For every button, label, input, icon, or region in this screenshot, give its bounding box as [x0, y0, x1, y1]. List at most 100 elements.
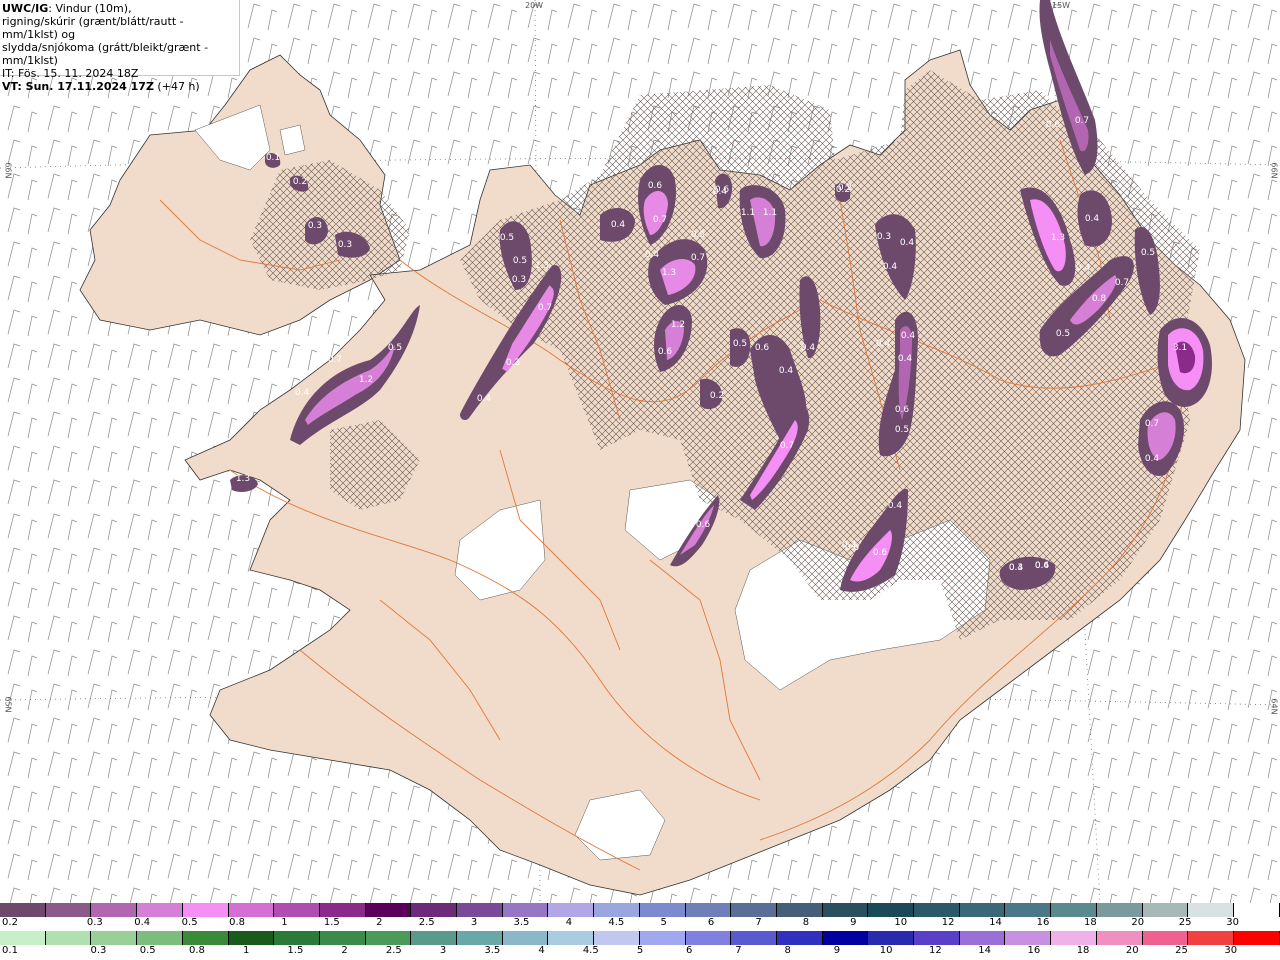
colorbar-rain-tick-label: 10	[879, 945, 893, 956]
colorbar-rain-swatch	[1142, 931, 1189, 945]
precip-value-label: 0.4	[1145, 454, 1160, 464]
colorbar-snow-swatch	[502, 903, 549, 917]
colorbar-snow-swatch	[1188, 903, 1234, 917]
colorbar-rain: 0.1 0.3 0.5 0.8 1 1.5 2 2.5 3 3.5 4 4.5 5 6 7 8 9 10 12 14 1…	[0, 931, 1280, 959]
colorbar-rain-swatches	[0, 931, 1280, 945]
colorbar-rain-tick-label: 0.8	[188, 945, 205, 956]
colorbar-snow-tick-label: 3	[470, 917, 478, 928]
legend-line-2: rigning/skúrir (grænt/blátt/rautt - mm/1…	[2, 15, 184, 41]
precip-value-label: 0.4	[779, 366, 794, 376]
colorbar-rain-swatch	[731, 931, 777, 945]
precip-value-label: 0.4	[295, 388, 310, 398]
colorbar-snow-swatch	[274, 903, 320, 917]
colorbar-snow-swatch	[1233, 903, 1280, 917]
colorbar-rain-tick-label: 9	[833, 945, 841, 956]
precip-value-label: 0.5	[500, 233, 514, 243]
precip-value-label: 0.4	[898, 354, 913, 364]
precip-value-label: 0.4	[888, 501, 903, 511]
colorbar-rain-swatch	[411, 931, 458, 945]
colorbar-snow-tick-label: 2	[376, 917, 383, 928]
precip-value-label: 0.4	[901, 331, 916, 341]
colorbar-snow-tick-label: 25	[1178, 917, 1192, 928]
precip-value-label: 0.4	[477, 394, 492, 404]
grid-label-15w: 15W	[1052, 1, 1071, 10]
colorbar-rain-tick-label: 4.5	[582, 945, 599, 956]
colorbar-snow: 0.2 0.3 0.4 0.5 0.8 1 1.5 2 2.5 3 3.5 4 4.5 5 6 7 8 9 10 12…	[0, 903, 1280, 931]
colorbar-snow-swatch	[228, 903, 275, 917]
colorbar-snow-tick-label: 16	[1036, 917, 1050, 928]
precip-value-label: 0.2	[710, 391, 724, 401]
colorbar-rain-swatch	[959, 931, 1006, 945]
precip-value-label: 1.3	[236, 474, 250, 484]
colorbar-snow-swatch	[914, 903, 960, 917]
precip-value-label: 1.2	[671, 320, 685, 330]
colorbar-snow-tick-label: 12	[941, 917, 955, 928]
colorbar-snow-swatch	[639, 903, 686, 917]
colorbar-rain-tick-label: 16	[1027, 945, 1041, 956]
colorbar-snow-swatch	[822, 903, 869, 917]
colorbar-rain-labels: 0.1 0.3 0.5 0.8 1 1.5 2 2.5 3 3.5 4 4.5 5 6 7 8 9 10 12 14 1…	[0, 945, 1280, 959]
colorbar-rain-tick-label: 1.5	[287, 945, 304, 956]
colorbar-snow-swatch	[1005, 903, 1052, 917]
colorbar-rain-swatch	[868, 931, 915, 945]
precip-value-label: 0.5	[513, 256, 527, 266]
colorbar-snow-swatch	[457, 903, 503, 917]
colorbar-rain-swatch	[319, 931, 366, 945]
colorbar-rain-swatch	[91, 931, 138, 945]
precip-value-label: 0.3	[506, 358, 520, 368]
precip-value-label: 0.4	[645, 250, 660, 260]
colorbar-rain-swatch	[548, 931, 595, 945]
colorbar-rain-swatch	[274, 931, 320, 945]
colorbar-snow-swatch	[731, 903, 777, 917]
map-svg: 0.1 0.2 0.3 0.3 0.4 0.7 1.2 0.5 0.4 0.3 1.3 0.5 0.5 0…	[0, 0, 1280, 903]
precip-value-label: 0.4	[1035, 561, 1050, 571]
colorbar-snow-swatch	[548, 903, 595, 917]
colorbar-rain-tick-label: 6	[686, 945, 693, 956]
colorbar-snow-tick-label: 2.5	[418, 917, 435, 928]
precip-value-label: 0.6	[715, 185, 730, 195]
precip-value-label: 1.1	[741, 208, 755, 218]
colorbar-snow-labels: 0.2 0.3 0.4 0.5 0.8 1 1.5 2 2.5 3 3.5 4 4.5 5 6 7 8 9 10 12…	[0, 917, 1280, 931]
colorbar-snow-tick-label: 30	[1226, 917, 1239, 928]
precip-value-label: 0.8	[1092, 294, 1107, 304]
colorbar-snow-swatch	[45, 903, 92, 917]
colorbar-snow-tick-label: 9	[850, 917, 857, 928]
precip-value-label: 1.3	[535, 261, 549, 271]
colorbar-snow-swatch	[959, 903, 1006, 917]
colorbar-rain-swatch	[1096, 931, 1143, 945]
colorbar-rain-tick-label: 2	[341, 945, 348, 956]
colorbar-rain-swatch	[457, 931, 503, 945]
colorbar-rain-swatch	[137, 931, 183, 945]
precip-value-label: 0.5	[733, 339, 747, 349]
precip-value-label: 0.4	[1076, 263, 1091, 273]
grid-label-65n-left: 65N	[3, 696, 13, 713]
colorbar-rain-tick-label: 18	[1076, 945, 1090, 956]
colorbar-rain-tick-label: 14	[978, 945, 991, 956]
colorbar-rain-tick-label: 20	[1125, 945, 1139, 956]
colorbar-snow-tick-label: 18	[1083, 917, 1097, 928]
colorbar-snow-tick-label: 0.3	[86, 917, 103, 928]
colorbar-snow-swatch	[365, 903, 412, 917]
colorbar-rain-tick-label: 3	[439, 945, 447, 956]
colorbar-snow-tick-label: 0.2	[2, 917, 18, 928]
precip-value-label: 0.4	[611, 220, 626, 230]
precip-value-label: 0.6	[696, 520, 711, 530]
colorbar-rain-swatch	[182, 931, 229, 945]
precip-value-label: 0.1	[266, 153, 280, 163]
colorbar-snow-tick-label: 4	[565, 917, 573, 928]
colorbar-snow-tick-label: 4.5	[608, 917, 625, 928]
precip-value-label: 0.4	[876, 339, 891, 349]
colorbar-snow-swatches	[0, 903, 1280, 917]
precip-value-label: 1.3	[662, 268, 676, 278]
precip-value-label: 0.3	[877, 232, 891, 242]
grid-label-66n-left: 66N	[3, 162, 13, 179]
grid-label-64n-right: 64N	[1269, 698, 1279, 715]
colorbar-snow-tick-label: 0.5	[181, 917, 198, 928]
colorbar-snow-swatch	[1051, 903, 1097, 917]
colorbar-snow-tick-label: 14	[989, 917, 1002, 928]
colorbar-snow-tick-label: 20	[1131, 917, 1145, 928]
precip-value-label: 0.7	[691, 253, 705, 263]
colorbar-snow-swatch	[1142, 903, 1189, 917]
colorbar-snow-tick-label: 1.5	[323, 917, 340, 928]
colorbar-snow-swatch	[137, 903, 183, 917]
